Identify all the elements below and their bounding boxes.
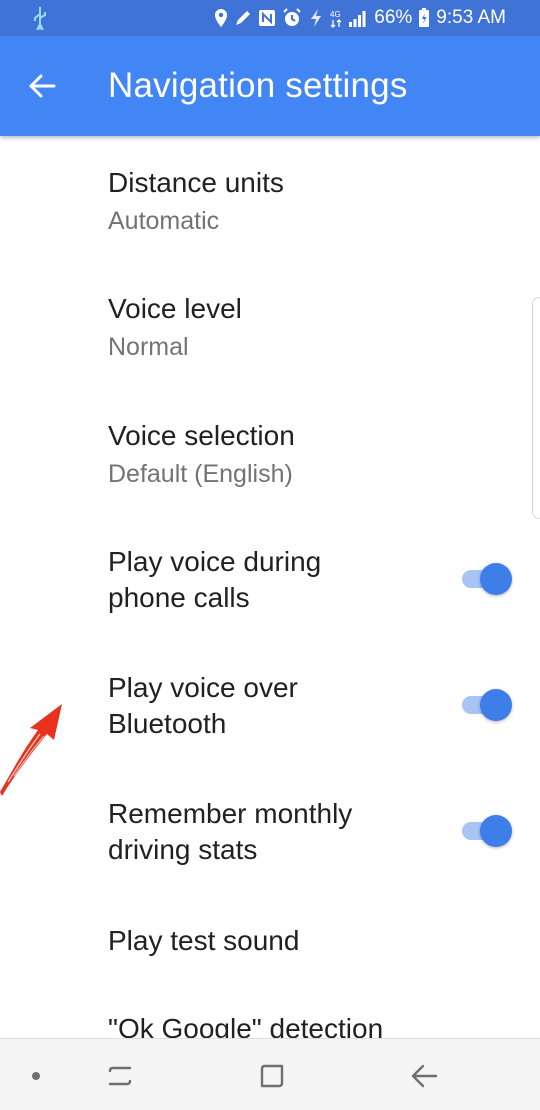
setting-title-line2: phone calls (108, 582, 250, 613)
setting-title: Play test sound (108, 925, 300, 956)
setting-distance-units[interactable]: Distance units Automatic (0, 136, 540, 262)
home-button[interactable] (252, 1059, 292, 1093)
setting-title-line2: driving stats (108, 834, 258, 865)
arrow-back-icon (29, 74, 56, 98)
setting-voice-selection[interactable]: Voice selection Default (English) (0, 389, 540, 515)
system-nav-bar (0, 1038, 540, 1110)
nav-dot-button[interactable] (16, 1059, 56, 1093)
status-left (32, 6, 48, 30)
home-icon (260, 1064, 284, 1088)
data-saver-icon (308, 8, 324, 28)
setting-title: Voice selection (108, 420, 295, 451)
status-time: 9:53 AM (436, 7, 506, 28)
back-button[interactable] (22, 64, 62, 108)
recent-apps-button[interactable] (100, 1059, 140, 1093)
toggle-phone-calls[interactable] (460, 559, 514, 599)
setting-subtitle: Automatic (108, 207, 220, 235)
setting-subtitle: Default (English) (108, 460, 293, 488)
screen: 4G 66% 9:53 AM Navigation settings Dista… (0, 0, 540, 1110)
nfc-icon (258, 9, 276, 27)
setting-play-voice-bluetooth[interactable]: Play voice over Bluetooth (0, 642, 540, 768)
lte-icon: 4G (330, 8, 342, 28)
scroll-edge-handle[interactable] (532, 297, 540, 519)
page-title: Navigation settings (108, 66, 408, 105)
toggle-thumb (480, 563, 512, 595)
recent-apps-icon (108, 1066, 132, 1086)
setting-ok-google-detection[interactable]: "Ok Google" detection (0, 982, 540, 1038)
setting-title-line1: Remember monthly (108, 798, 353, 829)
dot-icon (32, 1072, 40, 1080)
setting-title: Voice level (108, 293, 242, 324)
battery-icon (418, 8, 430, 28)
status-bar: 4G 66% 9:53 AM (0, 0, 540, 36)
setting-title: "Ok Google" detection (108, 1013, 384, 1038)
setting-remember-driving-stats[interactable]: Remember monthly driving stats (0, 768, 540, 894)
setting-title-line2: Bluetooth (108, 708, 227, 739)
app-bar: Navigation settings (0, 36, 540, 136)
signal-icon (348, 9, 368, 27)
setting-title: Distance units (108, 167, 284, 198)
red-arrow-annotation (0, 704, 62, 796)
edit-icon (234, 9, 252, 27)
setting-subtitle: Normal (108, 333, 189, 361)
battery-percent: 66% (374, 7, 413, 28)
settings-list: Distance units Automatic Voice level Nor… (0, 136, 540, 1038)
status-right: 4G 66% 9:53 AM (214, 7, 506, 29)
setting-play-voice-phone-calls[interactable]: Play voice during phone calls (0, 516, 540, 642)
location-icon (214, 8, 228, 28)
setting-title-line1: Play voice over (108, 672, 298, 703)
alarm-icon (282, 8, 302, 28)
nav-back-button[interactable] (404, 1059, 444, 1093)
toggle-driving-stats[interactable] (460, 811, 514, 851)
setting-title-line1: Play voice during (108, 546, 322, 577)
svg-text:4G: 4G (330, 10, 341, 19)
setting-voice-level[interactable]: Voice level Normal (0, 262, 540, 388)
toggle-bluetooth[interactable] (460, 685, 514, 725)
usb-icon (32, 6, 48, 30)
toggle-thumb (480, 815, 512, 847)
back-icon (411, 1064, 438, 1088)
toggle-thumb (480, 689, 512, 721)
